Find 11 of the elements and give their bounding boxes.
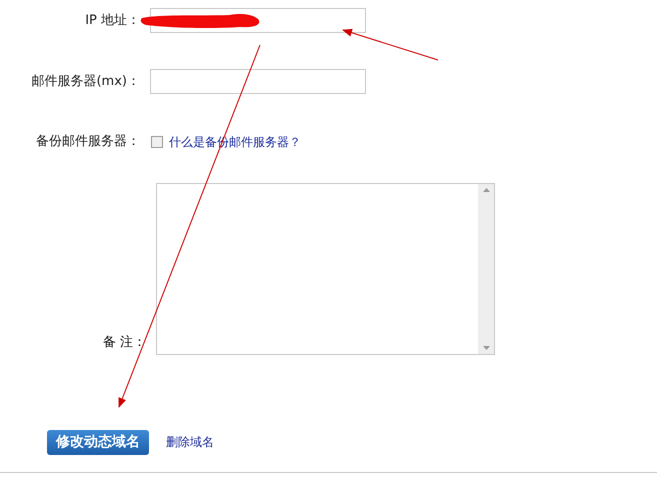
submit-button[interactable]: 修改动态域名: [47, 430, 149, 454]
scroll-up-icon[interactable]: [482, 188, 490, 192]
input-field[interactable]: [150, 69, 366, 94]
field-label: 备 注：: [102, 334, 146, 352]
checkbox[interactable]: [151, 136, 163, 148]
field-label: 邮件服务器(mx)：: [30, 72, 141, 91]
field-label: IP 地址：: [84, 12, 141, 30]
scroll-down-icon[interactable]: [482, 346, 490, 350]
field-label: 备份邮件服务器：: [35, 133, 141, 151]
scrollbar[interactable]: [478, 184, 494, 354]
delete-link[interactable]: 删除域名: [166, 433, 214, 451]
